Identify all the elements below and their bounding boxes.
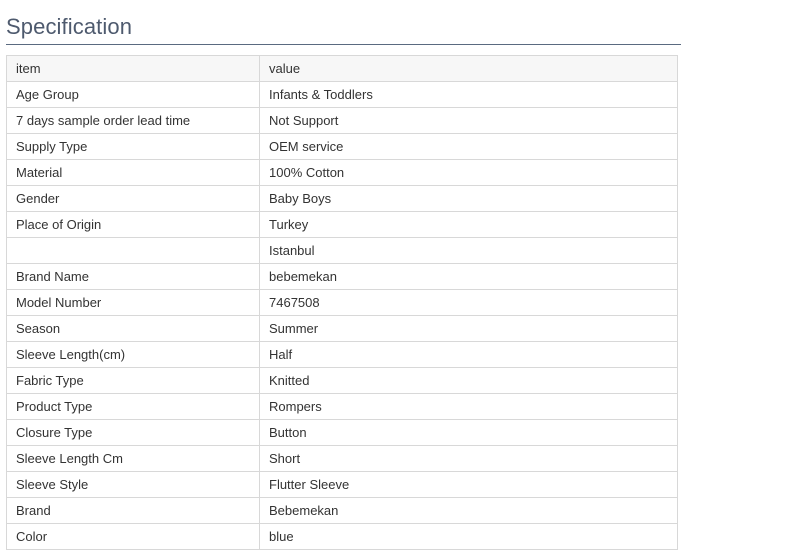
row-value: Turkey: [259, 211, 678, 238]
specification-section: Specification item value Age Group Infant…: [0, 0, 791, 556]
row-label: Color: [6, 523, 260, 550]
row-value: Bebemekan: [259, 497, 678, 524]
section-title: Specification: [6, 14, 133, 39]
row-label: Brand Name: [6, 263, 260, 290]
row-label: Season: [6, 315, 260, 342]
row-value: Infants & Toddlers: [259, 81, 678, 108]
table-row: Fabric Type Knitted: [6, 367, 678, 394]
row-label: Material: [6, 159, 260, 186]
row-label: Fabric Type: [6, 367, 260, 394]
row-label: 7 days sample order lead time: [6, 107, 260, 134]
table-row: Brand Bebemekan: [6, 497, 678, 524]
row-label: [6, 237, 260, 264]
row-label: Brand: [6, 497, 260, 524]
row-label: Supply Type: [6, 133, 260, 160]
row-value: Flutter Sleeve: [259, 471, 678, 498]
row-label: Closure Type: [6, 419, 260, 446]
title-divider: [6, 44, 681, 45]
row-value: 100% Cotton: [259, 159, 678, 186]
row-value: Short: [259, 445, 678, 472]
row-label: Sleeve Length Cm: [6, 445, 260, 472]
table-row: Supply Type OEM service: [6, 133, 678, 160]
row-value: Baby Boys: [259, 185, 678, 212]
table-row: Place of Origin Turkey: [6, 211, 678, 238]
row-label: Sleeve Style: [6, 471, 260, 498]
table-row: Color blue: [6, 523, 678, 550]
table-row: 7 days sample order lead time Not Support: [6, 107, 678, 134]
row-value: OEM service: [259, 133, 678, 160]
column-header-item: item: [6, 55, 260, 82]
table-row: Season Summer: [6, 315, 678, 342]
table-row: Product Type Rompers: [6, 393, 678, 420]
row-value: Half: [259, 341, 678, 368]
specification-table: item value Age Group Infants & Toddlers 7…: [6, 55, 678, 550]
table-row: Brand Name bebemekan: [6, 263, 678, 290]
table-row: Closure Type Button: [6, 419, 678, 446]
table-row: Sleeve Length Cm Short: [6, 445, 678, 472]
row-label: Model Number: [6, 289, 260, 316]
row-label: Product Type: [6, 393, 260, 420]
row-value: blue: [259, 523, 678, 550]
column-header-value: value: [259, 55, 678, 82]
row-value: Button: [259, 419, 678, 446]
table-row: Sleeve Style Flutter Sleeve: [6, 471, 678, 498]
row-label: Place of Origin: [6, 211, 260, 238]
table-row: Istanbul: [6, 237, 678, 264]
table-header-row: item value: [6, 55, 678, 82]
table-row: Material 100% Cotton: [6, 159, 678, 186]
row-value: bebemekan: [259, 263, 678, 290]
row-value: Rompers: [259, 393, 678, 420]
row-value: Istanbul: [259, 237, 678, 264]
table-row: Gender Baby Boys: [6, 185, 678, 212]
row-label: Gender: [6, 185, 260, 212]
table-row: Sleeve Length(cm) Half: [6, 341, 678, 368]
row-value: Not Support: [259, 107, 678, 134]
row-label: Age Group: [6, 81, 260, 108]
row-label: Sleeve Length(cm): [6, 341, 260, 368]
table-row: Age Group Infants & Toddlers: [6, 81, 678, 108]
row-value: 7467508: [259, 289, 678, 316]
row-value: Knitted: [259, 367, 678, 394]
table-row: Model Number 7467508: [6, 289, 678, 316]
row-value: Summer: [259, 315, 678, 342]
